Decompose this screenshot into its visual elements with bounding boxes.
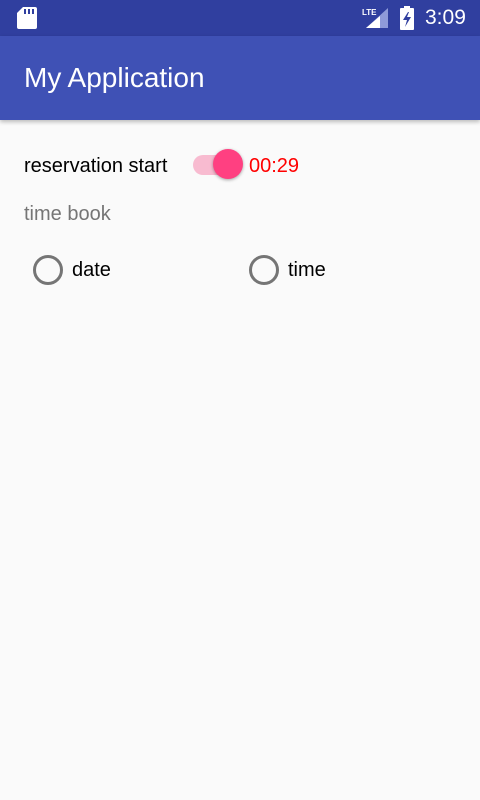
radio-date-circle[interactable] bbox=[33, 255, 63, 285]
countdown-timer: 00:29 bbox=[249, 155, 300, 177]
sd-card-icon bbox=[17, 7, 37, 29]
status-bar: LTE 3:09 bbox=[0, 0, 480, 36]
lte-label: LTE bbox=[362, 8, 377, 17]
switch-thumb bbox=[213, 149, 243, 179]
app-title: My Application bbox=[24, 62, 205, 93]
radio-time-label: time bbox=[288, 259, 326, 281]
app-bar: My Application bbox=[0, 36, 480, 120]
lte-signal-icon: LTE bbox=[362, 8, 388, 28]
battery-charging-icon bbox=[400, 6, 414, 30]
app-screen: LTE 3:09 My Application reservation star… bbox=[0, 0, 480, 800]
radio-time-circle[interactable] bbox=[249, 255, 279, 285]
radio-time[interactable]: time bbox=[249, 252, 349, 286]
reservation-switch[interactable] bbox=[193, 148, 245, 182]
status-time: 3:09 bbox=[425, 6, 466, 29]
reservation-start-label: reservation start bbox=[24, 155, 168, 177]
radio-date[interactable]: date bbox=[33, 252, 133, 286]
time-book-label: time book bbox=[24, 203, 111, 225]
radio-date-label: date bbox=[72, 259, 111, 281]
